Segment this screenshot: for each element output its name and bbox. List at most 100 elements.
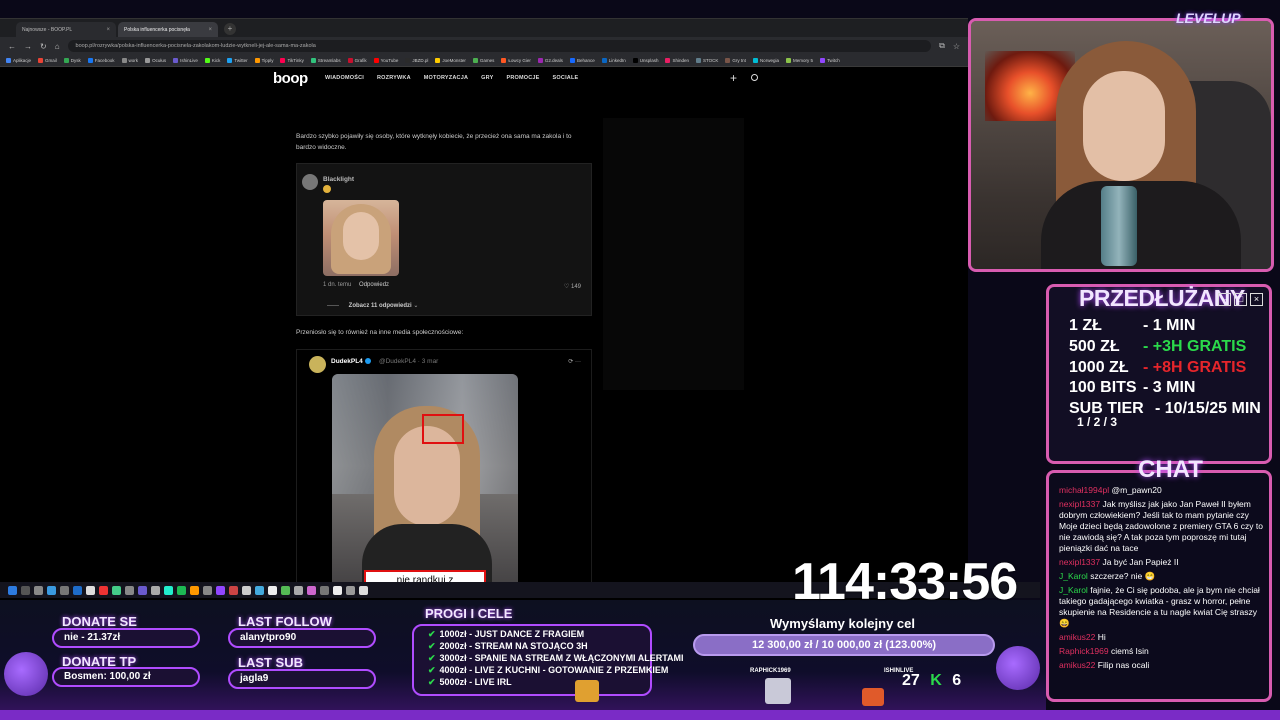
chat-username[interactable]: amikus22 [1059, 632, 1095, 642]
bookmark-item[interactable]: Shinden [665, 58, 689, 63]
chat-username[interactable]: J_Karol [1059, 585, 1088, 595]
taskbar-app-icon[interactable] [268, 585, 277, 595]
bookmark-star-icon[interactable]: ☆ [953, 42, 960, 51]
reply-link[interactable]: Odpowiedz [359, 282, 389, 288]
bookmark-item[interactable]: Tipply [254, 58, 273, 63]
bookmark-item[interactable]: Kick [204, 58, 220, 63]
taskbar-app-icon[interactable] [112, 585, 121, 595]
tweet-video[interactable]: nie randkuj z ZAKOLAKAMI [332, 374, 518, 599]
extensions-icon[interactable]: ⧉ [939, 41, 945, 51]
pricing-reward: - 1 MIN [1143, 317, 1196, 334]
bookmark-item[interactable]: Streamlabs [310, 58, 341, 63]
site-menu-item[interactable]: ROZRYWKA [377, 75, 411, 81]
tweet-author[interactable]: DudekPL4 [331, 358, 371, 365]
close-icon[interactable]: × [106, 27, 110, 33]
taskbar-app-icon[interactable] [138, 585, 147, 595]
taskbar-app-icon[interactable] [333, 585, 342, 595]
site-menu-item[interactable]: WIADOMOŚCI [325, 75, 364, 81]
taskbar-app-icon[interactable] [359, 585, 368, 595]
taskbar-app-icon[interactable] [294, 585, 303, 595]
chat-username[interactable]: Raphick1969 [1059, 646, 1109, 656]
site-logo[interactable]: boop [273, 70, 308, 87]
back-icon[interactable]: ← [8, 42, 16, 51]
show-replies[interactable]: —— Zobacz 11 odpowiedzi ⌄ [327, 302, 418, 309]
bookmark-item[interactable]: Dysk [63, 58, 81, 63]
bookmark-item[interactable]: Memory 5 [785, 58, 813, 63]
taskbar-app-icon[interactable] [21, 585, 30, 595]
taskbar-app-icon[interactable] [86, 585, 95, 595]
bookmark-item[interactable]: Twitch [819, 58, 840, 63]
chat-username[interactable]: michał1994pl [1059, 485, 1109, 495]
taskbar-app-icon[interactable] [242, 585, 251, 595]
bookmark-item[interactable]: Unsplash [632, 58, 658, 63]
home-icon[interactable]: ⌂ [55, 42, 60, 51]
url-field[interactable]: boop.pl/rozrywka/polska-influencerka-poc… [67, 40, 932, 52]
taskbar-app-icon[interactable] [34, 585, 43, 595]
chat-username[interactable]: nexipl1337 [1059, 557, 1100, 567]
bookmark-item[interactable]: Łowcy Gier [501, 58, 531, 63]
bookmark-item[interactable]: Gry tnt [725, 58, 746, 63]
taskbar-app-icon[interactable] [216, 585, 225, 595]
bookmark-item[interactable]: Facebook [87, 58, 115, 63]
site-menu-item[interactable]: MOTORYZACJA [424, 75, 468, 81]
comment-image[interactable] [323, 200, 399, 276]
site-menu-item[interactable]: PROMOCJE [506, 75, 539, 81]
taskbar-app-icon[interactable] [177, 585, 186, 595]
tab-article[interactable]: Polska influencerka pocisnęła × [118, 22, 218, 37]
taskbar-app-icon[interactable] [255, 585, 264, 595]
bookmark-item[interactable]: Behance [569, 58, 595, 63]
taskbar-app-icon[interactable] [229, 585, 238, 595]
tab-najnowsze[interactable]: Najnowsze - BOOP.PL × [16, 22, 116, 37]
taskbar-app-icon[interactable] [125, 585, 134, 595]
site-menu-item[interactable]: GRY [481, 75, 493, 81]
bookmark-item[interactable]: STOCK [696, 58, 718, 63]
goal-item: ✔ 1000zł - JUST DANCE Z FRAGIEM [428, 628, 650, 640]
bookmark-item[interactable]: Games [472, 58, 494, 63]
more-icon[interactable]: ⟳ ··· [568, 358, 581, 365]
taskbar-app-icon[interactable] [99, 585, 108, 595]
close-icon[interactable]: × [208, 27, 212, 33]
last-sub-title: LAST SUB [238, 655, 303, 670]
taskbar-app-icon[interactable] [164, 585, 173, 595]
chat-username[interactable]: amikus22 [1059, 660, 1095, 670]
bookmark-item[interactable]: Ocułus [145, 58, 166, 63]
taskbar-app-icon[interactable] [8, 585, 17, 595]
chat-message: J_Karol szczerze? nie 😁 [1059, 571, 1263, 582]
bookmark-item[interactable]: Twitter [227, 58, 248, 63]
forward-icon[interactable]: → [24, 42, 32, 51]
last-sub-value: jagla9 [228, 669, 376, 689]
bookmark-item[interactable]: LinkedIn [601, 58, 626, 63]
like-count[interactable]: ♡ 149 [564, 283, 581, 290]
bookmark-item[interactable]: work [121, 58, 138, 63]
bookmark-item[interactable]: JoeMonster [435, 58, 466, 63]
taskbar-app-icon[interactable] [203, 585, 212, 595]
site-menu-item[interactable]: SOCIALE [553, 75, 579, 81]
bookmark-item[interactable]: YouTube [373, 58, 398, 63]
taskbar-app-icon[interactable] [151, 585, 160, 595]
reload-icon[interactable]: ↻ [40, 42, 47, 51]
bookmark-item[interactable]: Grafik [347, 58, 367, 63]
tab-label: Polska influencerka pocisnęła [124, 26, 190, 33]
taskbar-app-icon[interactable] [307, 585, 316, 595]
comment-author[interactable]: Blacklight [323, 176, 354, 183]
bookmark-item[interactable]: G2.deals [537, 58, 563, 63]
taskbar-app-icon[interactable] [346, 585, 355, 595]
new-tab-button[interactable]: + [224, 23, 236, 35]
bookmark-item[interactable]: TikTinky [280, 58, 304, 63]
chat-username[interactable]: nexipl1337 [1059, 499, 1100, 509]
bookmark-item[interactable]: Aplikacje [6, 58, 31, 63]
chat-username[interactable]: J_Karol [1059, 571, 1088, 581]
taskbar-app-icon[interactable] [60, 585, 69, 595]
taskbar-app-icon[interactable] [73, 585, 82, 595]
taskbar-app-icon[interactable] [47, 585, 56, 595]
bookmark-item[interactable]: Norwegia [752, 58, 779, 63]
tweet-embed: DudekPL4 @DudekPL4 · 3 mar ⟳ ··· nie ran… [296, 349, 592, 599]
taskbar-app-icon[interactable] [281, 585, 290, 595]
bookmark-item[interactable]: IshinLive [173, 58, 198, 63]
taskbar-app-icon[interactable] [190, 585, 199, 595]
search-icon[interactable] [751, 74, 758, 81]
taskbar-app-icon[interactable] [320, 585, 329, 595]
bookmark-item[interactable]: JBZD.pl [405, 58, 428, 63]
bookmark-item[interactable]: Gmail [38, 58, 57, 63]
add-icon[interactable]: + [730, 71, 737, 85]
